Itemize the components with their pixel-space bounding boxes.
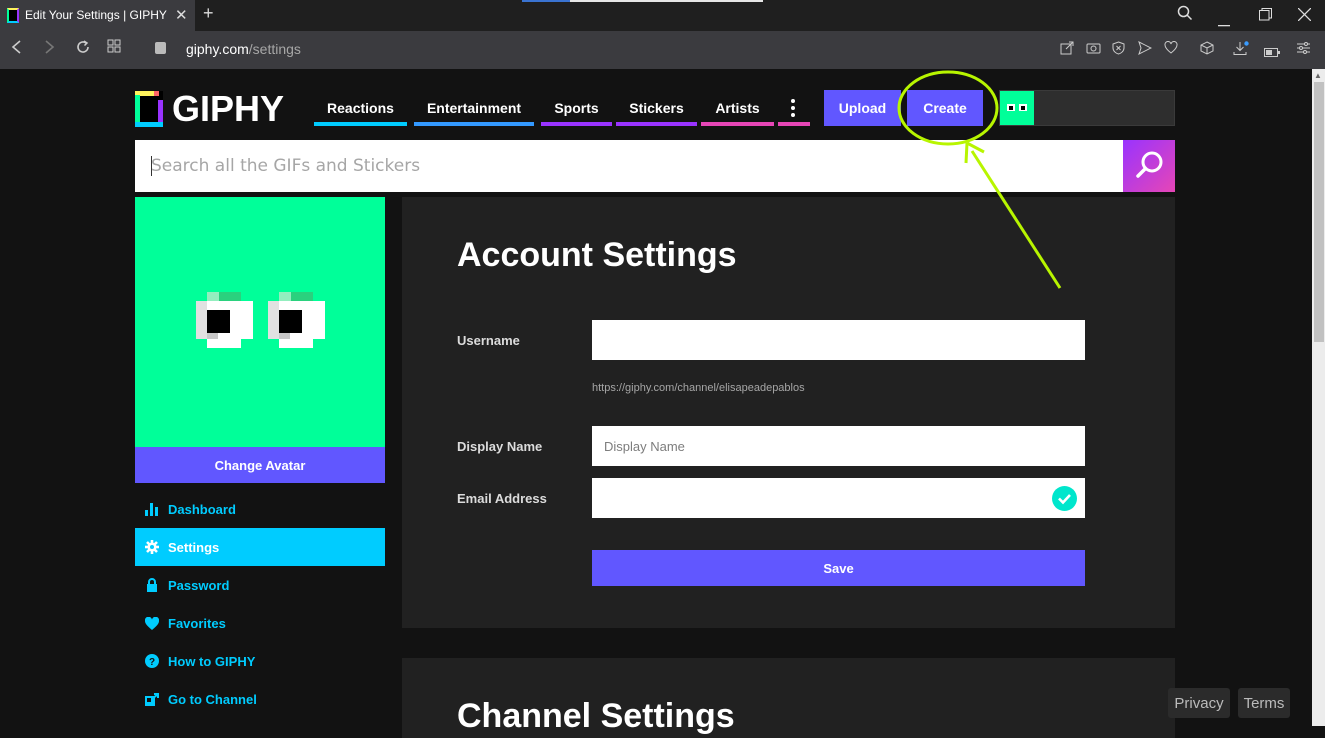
sidebar-item-settings[interactable]: Settings: [135, 528, 385, 566]
avatar-left-eye-icon: [196, 292, 253, 348]
browser-address-bar: giphy.com/settings: [0, 31, 1325, 69]
change-avatar-button[interactable]: Change Avatar: [135, 447, 385, 483]
gear-icon: [145, 540, 159, 554]
email-label: Email Address: [457, 491, 547, 506]
tab-close-icon[interactable]: ✕: [175, 6, 188, 24]
privacy-link[interactable]: Privacy: [1168, 688, 1230, 718]
sidebar-item-label: Dashboard: [168, 501, 236, 517]
more-menu-underline: [778, 122, 810, 126]
tab-title: Edit Your Settings | GIPHY: [25, 8, 167, 22]
forward-icon[interactable]: [42, 39, 56, 60]
bar-chart-icon: [145, 502, 159, 516]
sidebar-item-label: Settings: [168, 539, 220, 555]
menu-icon[interactable]: [1297, 41, 1310, 57]
save-button[interactable]: Save: [592, 550, 1085, 586]
browser-search-icon[interactable]: [1177, 5, 1193, 25]
display-name-input[interactable]: [592, 426, 1085, 466]
upload-button[interactable]: Upload: [824, 90, 901, 126]
verified-check-icon: [1052, 486, 1077, 511]
sidebar-item-label: Password: [168, 577, 230, 593]
svg-text:?: ?: [149, 657, 155, 668]
tabs-grid-icon[interactable]: [107, 39, 121, 58]
nav-reactions[interactable]: Reactions: [314, 100, 407, 126]
user-avatar[interactable]: [1000, 91, 1034, 125]
camera-icon[interactable]: [1086, 41, 1101, 57]
browser-tab[interactable]: Edit Your Settings | GIPHY ✕: [0, 0, 195, 31]
tab-indicator-secondary: [570, 0, 763, 2]
search-button[interactable]: [1123, 140, 1175, 192]
cube-icon[interactable]: [1200, 41, 1214, 58]
back-icon[interactable]: [10, 39, 24, 60]
display-name-field[interactable]: [592, 426, 1085, 466]
giphy-logo[interactable]: GIPHY: [135, 88, 285, 129]
heart-icon: [145, 616, 159, 630]
nav-entertainment[interactable]: Entertainment: [414, 100, 534, 126]
browser-tab-bar: Edit Your Settings | GIPHY ✕ +: [0, 0, 1325, 31]
sidebar-item-dashboard[interactable]: Dashboard: [135, 490, 385, 528]
avatar-eye-icon: [1007, 104, 1015, 111]
giphy-logo-icon: [135, 91, 163, 127]
url-text[interactable]: giphy.com/settings: [186, 41, 301, 57]
send-icon[interactable]: [1138, 41, 1153, 58]
search-bar[interactable]: [135, 140, 1123, 192]
reload-icon[interactable]: [75, 39, 91, 60]
sidebar-item-how-to-giphy[interactable]: ? How to GIPHY: [135, 642, 385, 680]
terms-link[interactable]: Terms: [1238, 688, 1290, 718]
sidebar-item-label: Go to Channel: [168, 691, 257, 707]
sidebar-item-go-to-channel[interactable]: Go to Channel: [135, 680, 385, 718]
username-input[interactable]: [592, 320, 1085, 360]
battery-icon[interactable]: [1264, 44, 1280, 60]
email-input[interactable]: [592, 478, 1085, 518]
username-label: Username: [457, 333, 520, 348]
sidebar-item-password[interactable]: Password: [135, 566, 385, 604]
display-name-label: Display Name: [457, 439, 543, 454]
new-tab-button[interactable]: +: [203, 3, 214, 24]
channel-url-hint: https://giphy.com/channel/elisapeadepabl…: [592, 382, 805, 394]
sidebar-item-label: Favorites: [168, 615, 226, 631]
giphy-favicon-icon: [7, 8, 19, 23]
sidebar-item-label: How to GIPHY: [168, 653, 256, 669]
page-title: Account Settings: [457, 236, 737, 274]
nav-artists[interactable]: Artists: [701, 100, 774, 126]
heart-outline-icon[interactable]: [1164, 40, 1178, 57]
email-field[interactable]: [592, 478, 1085, 518]
download-icon[interactable]: [1233, 41, 1249, 59]
nav-sports[interactable]: Sports: [541, 100, 612, 126]
search-icon: [1136, 151, 1163, 178]
external-link-icon: [145, 692, 159, 706]
avatar-eye-icon: [1019, 104, 1027, 111]
logo-text: GIPHY: [172, 88, 285, 129]
channel-settings-title: Channel Settings: [457, 697, 735, 735]
shield-icon[interactable]: [1112, 41, 1125, 58]
url-path: /settings: [248, 41, 301, 57]
share-icon[interactable]: [1060, 41, 1074, 58]
scrollbar-thumb[interactable]: [1314, 82, 1324, 342]
avatar-right-eye-icon: [268, 292, 325, 348]
tab-indicator: [522, 0, 570, 2]
more-menu-icon[interactable]: [791, 99, 795, 117]
url-host: giphy.com: [186, 41, 249, 57]
window-close-icon[interactable]: [1297, 7, 1312, 25]
search-input[interactable]: [135, 140, 1123, 192]
profile-avatar: [135, 197, 385, 447]
scroll-up-icon[interactable]: ▲: [1314, 71, 1322, 80]
minimize-icon[interactable]: [1218, 14, 1230, 31]
create-button[interactable]: Create: [907, 90, 983, 126]
text-caret: [151, 156, 152, 176]
nav-stickers[interactable]: Stickers: [616, 100, 697, 126]
lock-icon: [145, 578, 159, 592]
username-field[interactable]: [592, 320, 1085, 360]
sidebar-item-favorites[interactable]: Favorites: [135, 604, 385, 642]
restore-icon[interactable]: [1259, 8, 1272, 25]
question-icon: ?: [145, 654, 159, 668]
lock-icon[interactable]: [155, 42, 166, 54]
